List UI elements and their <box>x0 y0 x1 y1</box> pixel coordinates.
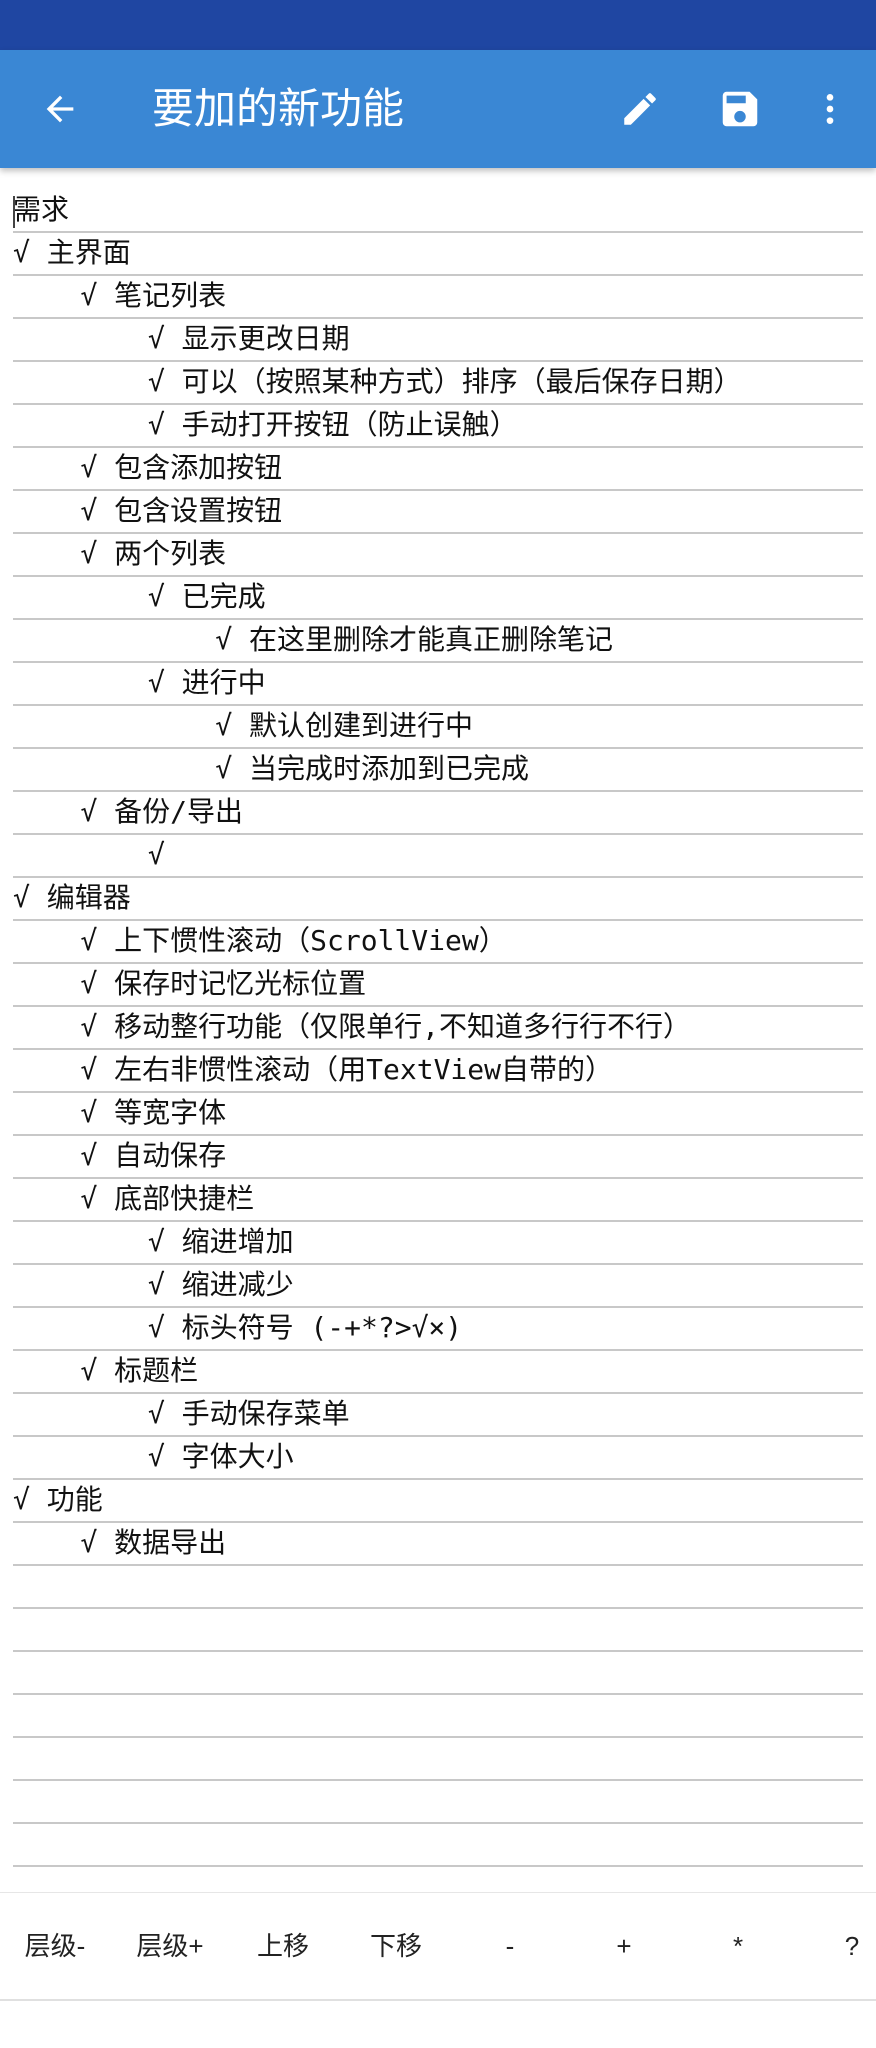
toolbar-button[interactable]: 上移 <box>228 1893 338 1999</box>
back-button[interactable] <box>20 50 100 168</box>
editor-line[interactable]: √ 缩进减少 <box>13 1265 863 1308</box>
empty-line[interactable] <box>13 1781 863 1824</box>
empty-line[interactable] <box>13 1609 863 1652</box>
editor-line[interactable]: √ 包含添加按钮 <box>13 448 863 491</box>
empty-line[interactable] <box>13 1566 863 1609</box>
editor-line[interactable]: √ 编辑器 <box>13 878 863 921</box>
toolbar-button[interactable]: 层级- <box>0 1893 110 1999</box>
toolbar-button[interactable]: + <box>569 1893 679 1999</box>
editor-line[interactable]: √ 默认创建到进行中 <box>13 706 863 749</box>
editor-line[interactable]: √ 在这里删除才能真正删除笔记 <box>13 620 863 663</box>
text-cursor <box>13 196 15 228</box>
edit-button[interactable] <box>600 50 680 168</box>
toolbar-button[interactable]: - <box>455 1893 565 1999</box>
editor-line[interactable]: √ 上下惯性滚动（ScrollView） <box>13 921 863 964</box>
editor-line[interactable]: √ 功能 <box>13 1480 863 1523</box>
arrow-back-icon <box>46 95 74 123</box>
note-editor[interactable]: 需求 √ 主界面 √ 笔记列表 √ 显示更改日期 √ 可以（按照某种方式）排序（最… <box>0 190 876 1910</box>
bottom-shortcut-bar: 层级- 层级+ 上移 下移 - + *? <box>0 1892 876 2001</box>
empty-line[interactable] <box>13 1738 863 1781</box>
editor-line[interactable]: √ 自动保存 <box>13 1136 863 1179</box>
status-bar <box>0 0 876 50</box>
editor-line[interactable]: √ 可以（按照某种方式）排序（最后保存日期） <box>13 362 863 405</box>
empty-line[interactable] <box>13 1695 863 1738</box>
editor-line[interactable]: √ 已完成 <box>13 577 863 620</box>
editor-line[interactable]: √ 数据导出 <box>13 1523 863 1566</box>
editor-line[interactable]: √ 缩进增加 <box>13 1222 863 1265</box>
empty-line[interactable] <box>13 1824 863 1867</box>
more-options-button[interactable] <box>790 50 870 168</box>
editor-line[interactable]: 需求 <box>13 190 863 233</box>
save-button[interactable] <box>700 50 780 168</box>
toolbar-button[interactable]: ? <box>797 1893 876 1999</box>
toolbar-button[interactable]: * <box>683 1893 793 1999</box>
app-bar: 要加的新功能 <box>0 50 876 168</box>
editor-line[interactable]: √ 左右非惯性滚动（用TextView自带的） <box>13 1050 863 1093</box>
more-vert-icon <box>826 94 834 124</box>
editor-line[interactable]: √ 等宽字体 <box>13 1093 863 1136</box>
editor-line[interactable]: √ 手动保存菜单 <box>13 1394 863 1437</box>
editor-line[interactable]: √ 进行中 <box>13 663 863 706</box>
editor-line[interactable]: √ 保存时记忆光标位置 <box>13 964 863 1007</box>
editor-line[interactable]: √ 备份/导出 <box>13 792 863 835</box>
editor-line[interactable]: √ 包含设置按钮 <box>13 491 863 534</box>
editor-line[interactable]: √ 标题栏 <box>13 1351 863 1394</box>
editor-line[interactable]: √ 显示更改日期 <box>13 319 863 362</box>
editor-line[interactable]: √ 手动打开按钮（防止误触） <box>13 405 863 448</box>
page-title: 要加的新功能 <box>152 84 405 133</box>
empty-line[interactable] <box>13 1652 863 1695</box>
editor-line[interactable]: √ 主界面 <box>13 233 863 276</box>
editor-line[interactable]: √ 字体大小 <box>13 1437 863 1480</box>
toolbar-button[interactable]: 下移 <box>341 1893 451 1999</box>
editor-line[interactable]: √ 当完成时添加到已完成 <box>13 749 863 792</box>
editor-line[interactable]: √ 标头符号 (-+*?>√×) <box>13 1308 863 1351</box>
floppy-save-icon <box>722 91 758 127</box>
editor-line[interactable]: √ <box>13 835 863 878</box>
editor-line[interactable]: √ 底部快捷栏 <box>13 1179 863 1222</box>
pencil-icon <box>624 93 656 125</box>
editor-line[interactable]: √ 移动整行功能（仅限单行,不知道多行行不行） <box>13 1007 863 1050</box>
editor-line[interactable]: √ 笔记列表 <box>13 276 863 319</box>
editor-line[interactable]: √ 两个列表 <box>13 534 863 577</box>
toolbar-button[interactable]: 层级+ <box>115 1893 225 1999</box>
